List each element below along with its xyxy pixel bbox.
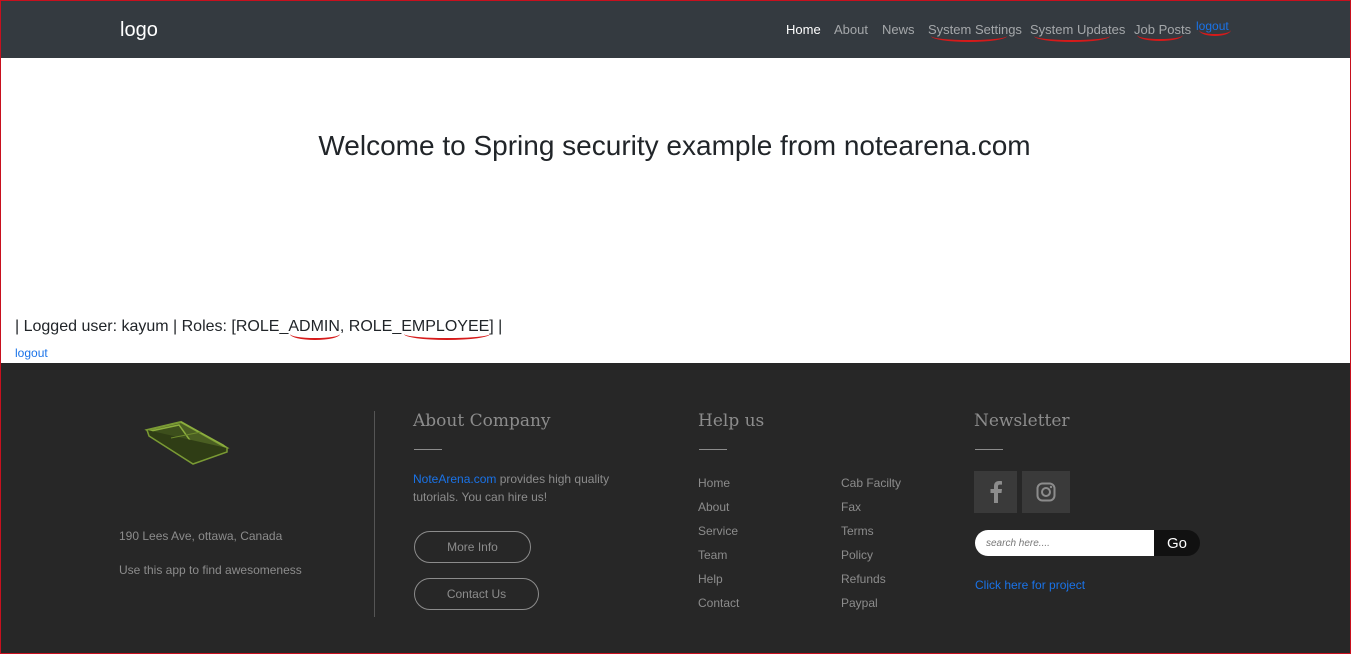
newsletter-title: Newsletter xyxy=(974,411,1070,431)
title-dash xyxy=(699,449,727,450)
title-dash xyxy=(975,449,1003,450)
help-link-contact[interactable]: Contact xyxy=(698,596,739,610)
about-text: NoteArena.com provides high quality tuto… xyxy=(413,470,638,506)
help-link-team[interactable]: Team xyxy=(698,548,727,562)
newsletter-search: Go xyxy=(975,530,1200,556)
nav-home[interactable]: Home xyxy=(786,22,821,37)
help-link-about[interactable]: About xyxy=(698,500,729,514)
brand-logo[interactable]: logo xyxy=(120,19,158,42)
contact-us-button[interactable]: Contact Us xyxy=(414,578,539,610)
annotation-underline xyxy=(931,36,1007,42)
facebook-button[interactable] xyxy=(974,471,1017,513)
footer: 190 Lees Ave, ottawa, Canada Use this ap… xyxy=(1,363,1350,653)
help-link-service[interactable]: Service xyxy=(698,524,738,538)
company-tagline: Use this app to find awesomeness xyxy=(119,563,302,577)
nav-system-updates[interactable]: System Updates xyxy=(1030,22,1125,37)
divider xyxy=(374,411,375,617)
help-link-paypal[interactable]: Paypal xyxy=(841,596,878,610)
instagram-button[interactable] xyxy=(1022,471,1070,513)
annotation-underline xyxy=(1137,35,1183,41)
about-title: About Company xyxy=(413,411,551,431)
annotation-underline xyxy=(404,334,490,340)
help-link-policy[interactable]: Policy xyxy=(841,548,873,562)
notearena-link[interactable]: NoteArena.com xyxy=(413,472,496,486)
annotation-underline xyxy=(1034,36,1110,42)
help-link-terms[interactable]: Terms xyxy=(841,524,874,538)
page-title: Welcome to Spring security example from … xyxy=(318,130,1031,161)
nav-news[interactable]: News xyxy=(882,22,915,37)
help-link-cab-facility[interactable]: Cab Facilty xyxy=(841,476,901,490)
annotation-underline xyxy=(290,334,340,340)
annotation-underline xyxy=(1199,30,1231,36)
nav-system-settings[interactable]: System Settings xyxy=(928,22,1022,37)
book-logo-icon xyxy=(144,420,230,465)
help-link-fax[interactable]: Fax xyxy=(841,500,861,514)
top-navbar: logo Home About News System Settings Sys… xyxy=(1,1,1350,58)
help-title: Help us xyxy=(698,411,765,431)
nav-about[interactable]: About xyxy=(834,22,868,37)
instagram-icon xyxy=(1036,482,1056,502)
company-address: 190 Lees Ave, ottawa, Canada xyxy=(119,529,283,543)
project-link[interactable]: Click here for project xyxy=(975,578,1085,592)
logout-link[interactable]: logout xyxy=(15,346,48,360)
help-link-home[interactable]: Home xyxy=(698,476,730,490)
help-link-help[interactable]: Help xyxy=(698,572,723,586)
more-info-button[interactable]: More Info xyxy=(414,531,531,563)
help-link-refunds[interactable]: Refunds xyxy=(841,572,886,586)
facebook-icon xyxy=(990,481,1002,503)
go-button[interactable]: Go xyxy=(1154,530,1200,556)
search-input[interactable] xyxy=(975,530,1155,556)
title-dash xyxy=(414,449,442,450)
